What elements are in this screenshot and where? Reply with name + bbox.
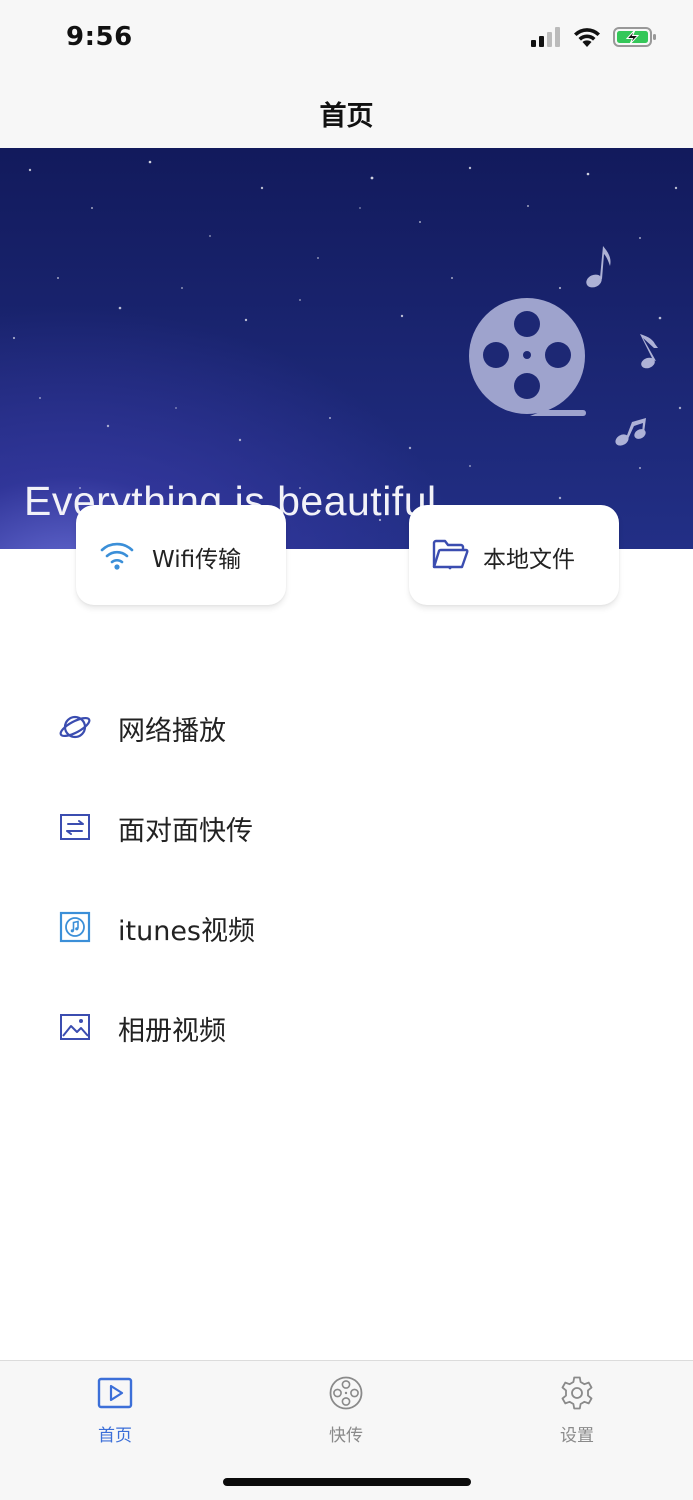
status-bar: 9:56 [0,0,693,76]
menu-item-label: 面对面快传 [118,816,253,847]
transfer-icon [60,814,90,840]
tab-transfer[interactable]: 快传 [286,1375,406,1455]
wifi-icon [100,542,134,570]
tab-home[interactable]: 首页 [55,1375,175,1455]
music-note-icon [615,418,646,446]
tab-transfer-label: 快传 [329,1426,363,1446]
menu-item-label: 相册视频 [118,1016,226,1047]
tab-settings-label: 设置 [560,1426,594,1446]
menu-item-album-video[interactable]: 相册视频 [0,976,693,1076]
battery-charging-icon [613,27,656,47]
navigation-bar: 首页 [0,76,693,148]
status-icons [531,26,657,48]
folder-icon [432,539,469,570]
menu-item-network-play[interactable]: 网络播放 [0,676,693,776]
music-note-icon [640,334,658,369]
planet-icon [59,715,91,739]
menu-item-face-transfer[interactable]: 面对面快传 [0,776,693,876]
menu-item-itunes-video[interactable]: itunes视频 [0,876,693,976]
local-files-label: 本地文件 [483,547,575,573]
wifi-status-icon [574,28,600,47]
hero-banner: Everything is beautiful [0,148,693,549]
film-reel-icon [329,1376,363,1410]
wifi-transfer-label: Wifi传输 [152,547,242,573]
status-time: 9:56 [66,22,133,52]
music-note-icon [586,246,611,288]
gear-icon [561,1376,593,1410]
tab-settings[interactable]: 设置 [517,1375,637,1455]
home-indicator [223,1478,471,1486]
play-icon [97,1377,133,1409]
page-title: 首页 [319,101,374,132]
cellular-signal-icon [531,27,560,47]
menu-item-label: itunes视频 [118,916,255,947]
wifi-transfer-card[interactable]: Wifi传输 [76,505,286,605]
tab-home-label: 首页 [98,1426,132,1446]
local-files-card[interactable]: 本地文件 [409,505,619,605]
menu-item-label: 网络播放 [118,716,226,747]
itunes-icon [59,911,91,943]
photo-icon [60,1014,90,1040]
film-reel-icon [469,298,586,416]
